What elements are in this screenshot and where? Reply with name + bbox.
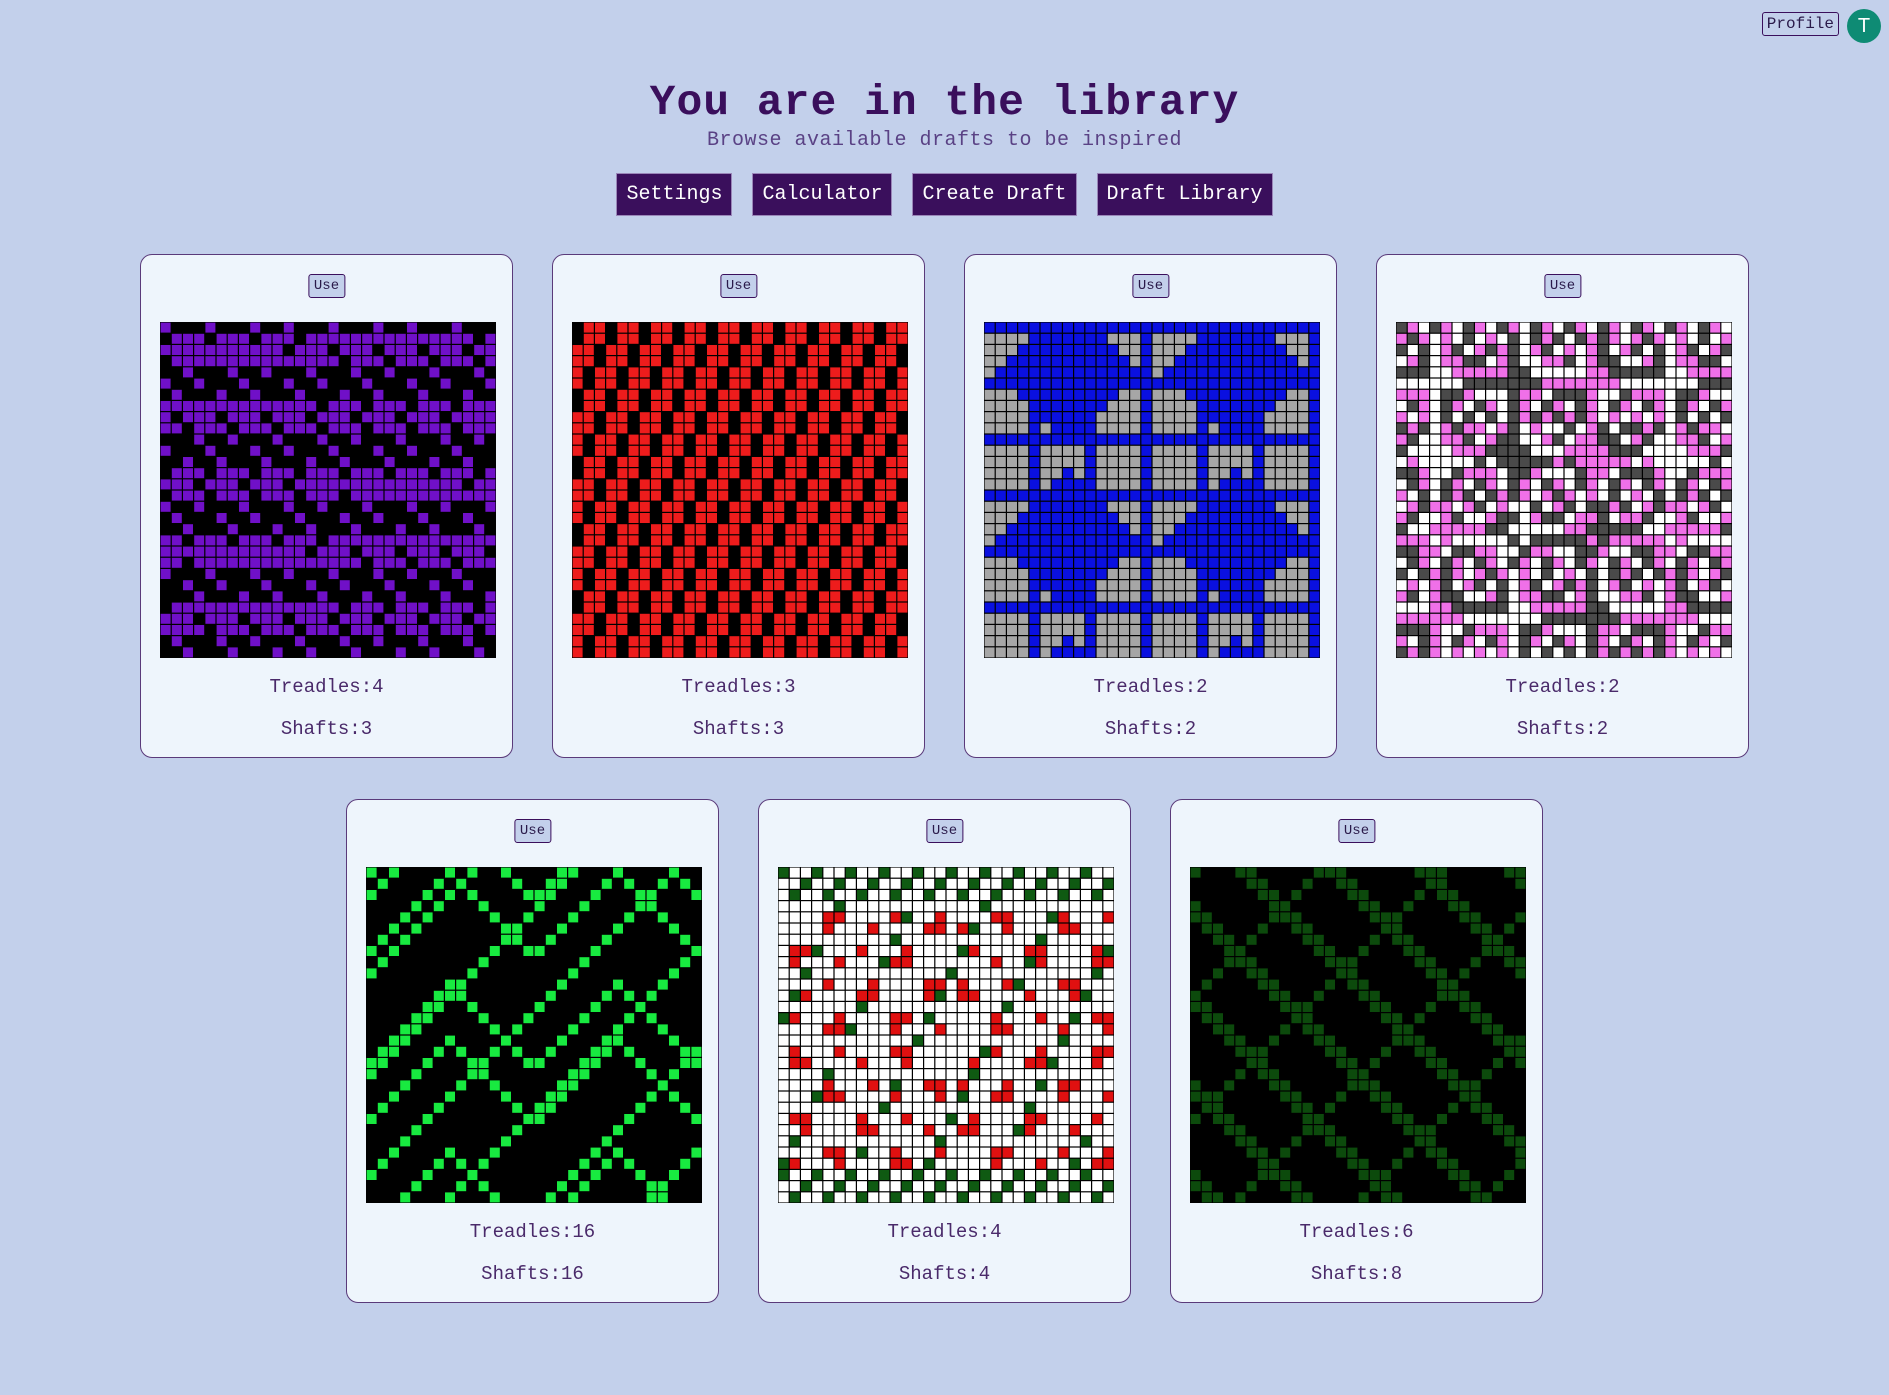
draft-pattern: [366, 867, 702, 1203]
avatar[interactable]: T: [1847, 9, 1881, 43]
treadles-count: Treadles:16: [469, 1221, 596, 1243]
draft-library-button[interactable]: Draft Library: [1096, 173, 1273, 216]
draft-pattern: [1190, 867, 1526, 1203]
use-button[interactable]: Use: [1543, 274, 1582, 298]
shafts-count: Shafts:3: [692, 718, 785, 740]
shafts-count: Shafts:2: [1516, 718, 1609, 740]
treadles-count: Treadles:2: [1093, 676, 1208, 698]
draft-card: Use Treadles:6 Shafts:8: [1170, 799, 1543, 1303]
main-nav: Settings Calculator Create Draft Draft L…: [0, 173, 1889, 216]
use-button[interactable]: Use: [1131, 274, 1170, 298]
shafts-count: Shafts:2: [1104, 718, 1197, 740]
draft-pattern: [778, 867, 1114, 1203]
use-button[interactable]: Use: [307, 274, 346, 298]
use-button[interactable]: Use: [925, 819, 964, 843]
use-button[interactable]: Use: [1337, 819, 1376, 843]
shafts-count: Shafts:3: [280, 718, 373, 740]
draft-row-1: Use Treadles:4 Shafts:3 Use Treadles:3 S…: [0, 254, 1889, 758]
use-button[interactable]: Use: [719, 274, 758, 298]
treadles-count: Treadles:4: [269, 676, 384, 698]
draft-card: Use Treadles:2 Shafts:2: [964, 254, 1337, 758]
draft-pattern: [572, 322, 908, 658]
calculator-button[interactable]: Calculator: [752, 173, 893, 216]
treadles-count: Treadles:2: [1505, 676, 1620, 698]
page-subtitle: Browse available drafts to be inspired: [706, 129, 1183, 152]
draft-pattern: [160, 322, 496, 658]
draft-card: Use Treadles:4 Shafts:3: [140, 254, 513, 758]
settings-button[interactable]: Settings: [616, 173, 733, 216]
draft-card: Use Treadles:16 Shafts:16: [346, 799, 719, 1303]
shafts-count: Shafts:4: [898, 1263, 991, 1285]
use-button[interactable]: Use: [513, 819, 552, 843]
draft-row-2: Use Treadles:16 Shafts:16 Use Treadles:4…: [0, 799, 1889, 1303]
treadles-count: Treadles:4: [887, 1221, 1002, 1243]
draft-card: Use Treadles:2 Shafts:2: [1376, 254, 1749, 758]
shafts-count: Shafts:16: [481, 1263, 584, 1285]
create-draft-button[interactable]: Create Draft: [912, 173, 1077, 216]
treadles-count: Treadles:3: [681, 676, 796, 698]
draft-card: Use Treadles:4 Shafts:4: [758, 799, 1131, 1303]
treadles-count: Treadles:6: [1299, 1221, 1414, 1243]
page-title: You are in the library: [649, 78, 1240, 127]
draft-pattern: [984, 322, 1320, 658]
page-header: You are in the library Browse available …: [0, 78, 1889, 152]
draft-pattern: [1396, 322, 1732, 658]
shafts-count: Shafts:8: [1310, 1263, 1403, 1285]
profile-button[interactable]: Profile: [1761, 12, 1839, 36]
draft-card: Use Treadles:3 Shafts:3: [552, 254, 925, 758]
